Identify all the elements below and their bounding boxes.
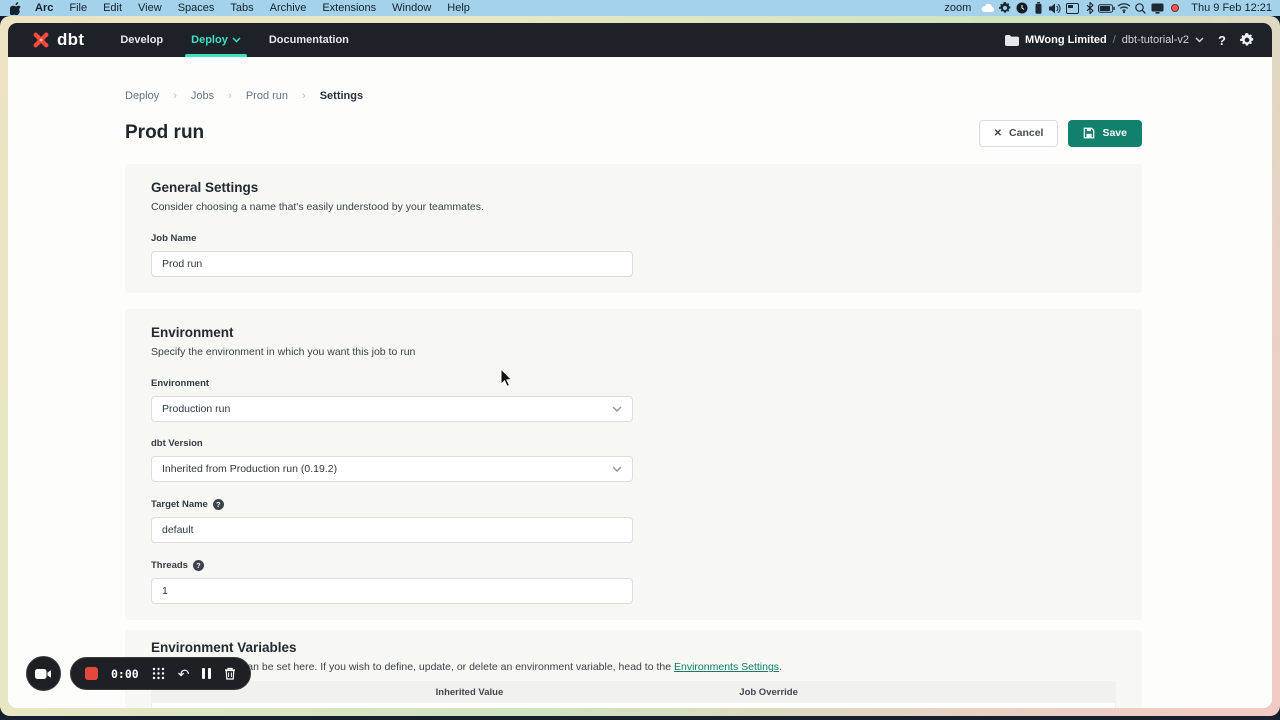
help-button[interactable]: ?: [1218, 33, 1226, 48]
wifi-icon[interactable]: [1115, 1, 1132, 15]
main-nav: Develop Deploy Documentation: [106, 23, 363, 57]
chevron-down-icon: [1195, 37, 1204, 43]
settings-gear-icon[interactable]: [1240, 33, 1254, 47]
general-settings-title: General Settings: [151, 180, 1116, 195]
folder-icon: [1005, 35, 1019, 46]
environment-card: Environment Specify the environment in w…: [125, 309, 1142, 620]
record-timer: 0:00: [111, 667, 139, 681]
menu-archive[interactable]: Archive: [262, 2, 315, 14]
environment-title: Environment: [151, 325, 1116, 340]
table-row: [151, 703, 1116, 708]
breadcrumb-prod-run[interactable]: Prod run: [246, 90, 288, 102]
arc-window-frame: dbt Develop Deploy Documentation MWong L…: [0, 16, 1280, 716]
chevron-down-icon: [232, 37, 241, 43]
menu-tabs[interactable]: Tabs: [222, 2, 261, 14]
help-circle-icon[interactable]: ?: [193, 560, 204, 571]
save-button[interactable]: Save: [1068, 120, 1142, 147]
dbt-version-select[interactable]: Inherited from Production run (0.19.2): [151, 456, 633, 482]
target-name-input[interactable]: [151, 517, 633, 543]
table-header-row: Inherited Value Job Override: [151, 681, 1116, 703]
breadcrumb-deploy[interactable]: Deploy: [125, 90, 159, 102]
environment-variables-table: Inherited Value Job Override: [151, 681, 1116, 708]
window-icon[interactable]: [1064, 1, 1081, 15]
clock-icon[interactable]: [1013, 1, 1030, 15]
menu-view[interactable]: View: [130, 2, 170, 14]
menu-edit[interactable]: Edit: [95, 2, 130, 14]
chevron-down-icon: [612, 466, 622, 473]
apple-menu-icon[interactable]: [8, 2, 27, 15]
chevron-down-icon: [612, 406, 622, 413]
bluetooth-icon[interactable]: [1081, 1, 1098, 15]
environment-variables-card: Environment Variables Job-level override…: [125, 630, 1142, 708]
general-settings-card: General Settings Consider choosing a nam…: [125, 164, 1142, 293]
menu-help[interactable]: Help: [439, 2, 478, 14]
desktop-edge: [0, 716, 1280, 720]
battery-vertical-icon[interactable]: [1030, 1, 1047, 15]
breadcrumb-separator: ›: [228, 90, 232, 102]
camera-button[interactable]: [26, 656, 61, 691]
menu-window[interactable]: Window: [384, 2, 439, 14]
environment-select[interactable]: Production run: [151, 396, 633, 422]
dots-grid-icon[interactable]: [152, 667, 165, 680]
environments-settings-link[interactable]: Environments Settings: [674, 661, 779, 673]
menu-file[interactable]: File: [61, 2, 95, 14]
target-name-label: Target Name ?: [151, 499, 1116, 510]
column-inherited-value: Inherited Value: [344, 687, 595, 698]
breadcrumb-separator: ›: [302, 90, 306, 102]
screen-recorder-toolbar: 0:00 ↶: [26, 656, 251, 691]
account-name: MWong Limited: [1025, 34, 1107, 46]
menubar-clock[interactable]: Thu 9 Feb 12:21: [1183, 2, 1272, 14]
search-icon[interactable]: [1132, 1, 1149, 15]
record-dot-icon[interactable]: [1166, 1, 1183, 15]
dbt-cloud-window: dbt Develop Deploy Documentation MWong L…: [8, 23, 1272, 708]
trash-icon[interactable]: [224, 667, 236, 680]
pause-icon[interactable]: [202, 668, 211, 679]
nav-develop[interactable]: Develop: [106, 23, 177, 57]
save-floppy-icon: [1083, 127, 1095, 139]
stop-record-button[interactable]: [85, 667, 98, 680]
menu-extensions[interactable]: Extensions: [314, 2, 384, 14]
dbt-logo-text: dbt: [57, 30, 84, 50]
macos-menu-bar: Arc File Edit View Spaces Tabs Archive E…: [0, 0, 1280, 16]
breadcrumb-settings: Settings: [320, 90, 363, 102]
speaker-icon[interactable]: [1047, 1, 1064, 15]
dbt-app-header: dbt Develop Deploy Documentation MWong L…: [8, 23, 1272, 57]
nav-documentation[interactable]: Documentation: [255, 23, 363, 57]
project-name: dbt-tutorial-v2: [1122, 34, 1189, 46]
menu-zoom-app[interactable]: zoom: [936, 2, 979, 14]
display-icon[interactable]: [1149, 1, 1166, 15]
dbt-logo[interactable]: dbt: [30, 29, 84, 51]
video-camera-icon: [35, 668, 52, 680]
nav-deploy[interactable]: Deploy: [177, 23, 255, 57]
breadcrumb: Deploy › Jobs › Prod run › Settings: [125, 90, 1142, 102]
account-project-separator: /: [1113, 34, 1116, 46]
menu-arc[interactable]: Arc: [27, 2, 61, 14]
environment-variables-title: Environment Variables: [151, 640, 1116, 655]
page-content: Deploy › Jobs › Prod run › Settings Prod…: [8, 57, 1272, 708]
menu-spaces[interactable]: Spaces: [170, 2, 223, 14]
environment-description: Specify the environment in which you wan…: [151, 346, 1116, 358]
undo-icon[interactable]: ↶: [178, 667, 190, 681]
environment-variables-description: Job-level overrides can be set here. If …: [151, 661, 1116, 673]
account-project-switcher[interactable]: MWong Limited / dbt-tutorial-v2: [1005, 34, 1204, 46]
job-name-label: Job Name: [151, 234, 1116, 244]
gear-icon[interactable]: [996, 1, 1013, 15]
general-settings-description: Consider choosing a name that's easily u…: [151, 201, 1116, 213]
threads-label: Threads ?: [151, 560, 1116, 571]
column-job-override: Job Override: [595, 687, 942, 698]
job-name-input[interactable]: [151, 251, 633, 277]
breadcrumb-separator: ›: [173, 90, 177, 102]
cloud-icon[interactable]: [979, 1, 996, 15]
cancel-button[interactable]: ✕ Cancel: [979, 120, 1059, 147]
environment-select-label: Environment: [151, 379, 1116, 389]
help-circle-icon[interactable]: ?: [213, 499, 224, 510]
close-icon: ✕: [994, 128, 1002, 139]
recorder-controls: 0:00 ↶: [70, 657, 251, 690]
breadcrumb-jobs[interactable]: Jobs: [191, 90, 214, 102]
dbt-version-label: dbt Version: [151, 439, 1116, 449]
page-title: Prod run: [125, 122, 204, 144]
battery-icon[interactable]: [1098, 1, 1115, 15]
threads-input[interactable]: [151, 578, 633, 604]
